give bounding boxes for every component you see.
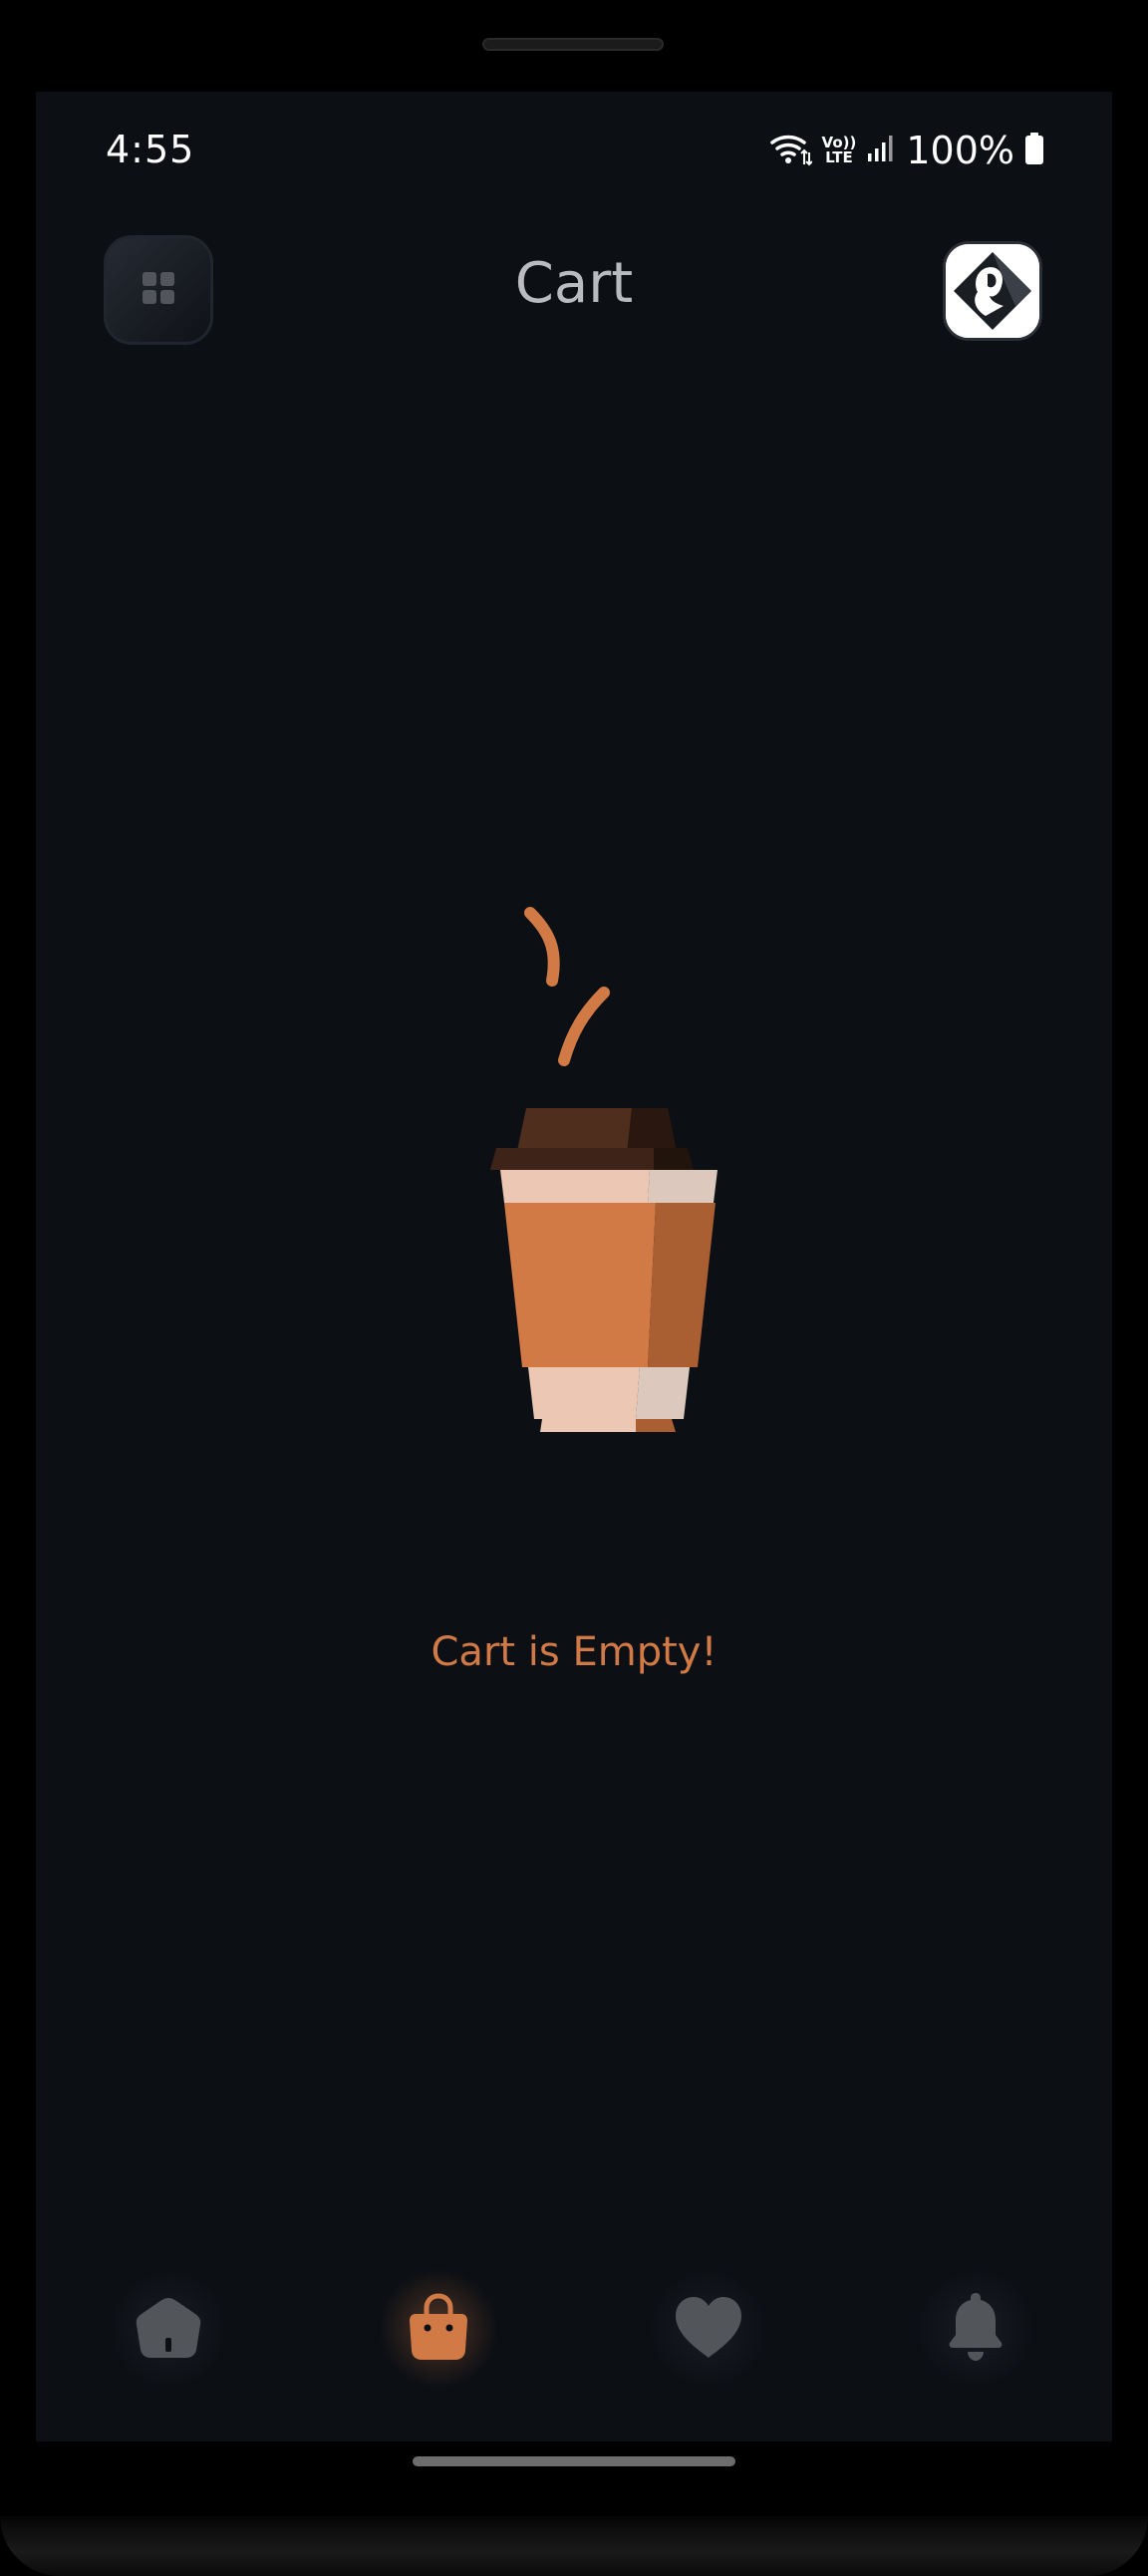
signal-icon xyxy=(866,134,896,167)
heart-icon xyxy=(672,2294,745,2364)
device-frame: 4:55 Vo)) LTE 100% Cart Cart is Empty! xyxy=(0,0,1148,2576)
device-bottom-bezel xyxy=(0,2516,1148,2576)
battery-icon xyxy=(1024,132,1044,169)
nav-item-cart[interactable] xyxy=(374,2264,503,2394)
nav-item-notifications[interactable] xyxy=(911,2264,1040,2394)
status-time: 4:55 xyxy=(106,128,195,171)
home-indicator[interactable] xyxy=(413,2456,735,2466)
nav-item-favorites[interactable] xyxy=(644,2264,773,2394)
status-icons: Vo)) LTE 100% xyxy=(768,128,1044,173)
battery-percentage: 100% xyxy=(906,129,1014,172)
nav-item-home[interactable] xyxy=(104,2264,233,2394)
home-icon xyxy=(134,2294,203,2364)
coffee-cup-icon xyxy=(419,809,729,1507)
app-screen: 4:55 Vo)) LTE 100% Cart Cart is Empty! xyxy=(36,92,1112,2441)
earpiece-speaker xyxy=(482,38,664,51)
header: Cart xyxy=(36,231,1112,351)
bell-icon xyxy=(946,2291,1005,2367)
wifi-icon xyxy=(768,131,813,170)
empty-cart-state: Cart is Empty! xyxy=(36,809,1112,1706)
volte-icon: Vo)) LTE xyxy=(821,134,857,166)
status-bar: 4:55 Vo)) LTE 100% xyxy=(36,92,1112,211)
avatar[interactable] xyxy=(943,241,1042,341)
empty-cart-message: Cart is Empty! xyxy=(430,1629,718,1675)
bottom-navigation xyxy=(36,2254,1112,2404)
shopping-bag-icon xyxy=(408,2292,469,2366)
